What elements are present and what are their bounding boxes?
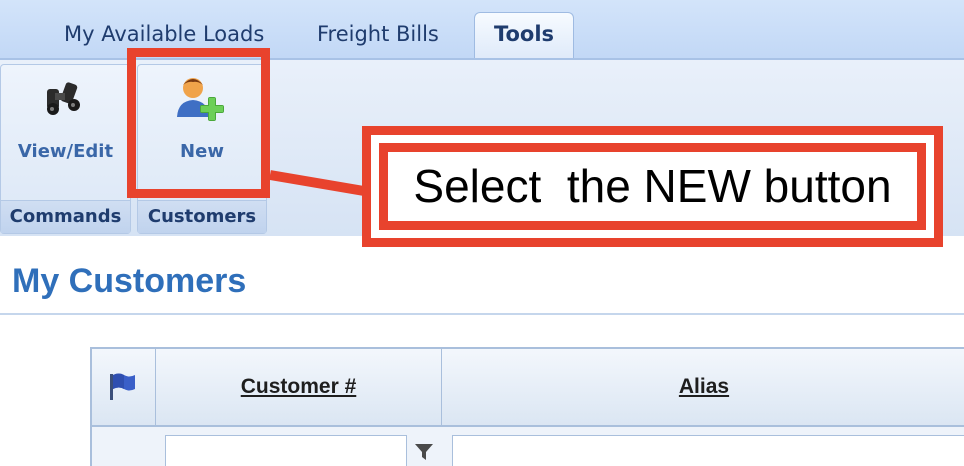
app-page: My Available Loads Freight Bills Tools V…: [0, 0, 964, 466]
callout-text: Select the NEW button: [379, 143, 926, 230]
flag-icon: [110, 373, 135, 400]
page-title: My Customers: [12, 262, 247, 300]
callout-box: Select the NEW button: [362, 126, 943, 247]
heading-divider: [0, 313, 964, 315]
filter-row: [92, 427, 964, 466]
column-customer-number[interactable]: Customer #: [156, 349, 442, 425]
customer-number-filter-input[interactable]: [165, 435, 407, 466]
customers-grid: Customer # Alias: [90, 347, 964, 466]
alias-filter-input[interactable]: [452, 435, 964, 466]
new-button-highlight: [127, 48, 270, 198]
column-flag[interactable]: [92, 349, 156, 425]
funnel-icon[interactable]: [413, 441, 435, 463]
grid-header: Customer # Alias: [92, 349, 964, 427]
column-alias[interactable]: Alias: [442, 349, 964, 425]
